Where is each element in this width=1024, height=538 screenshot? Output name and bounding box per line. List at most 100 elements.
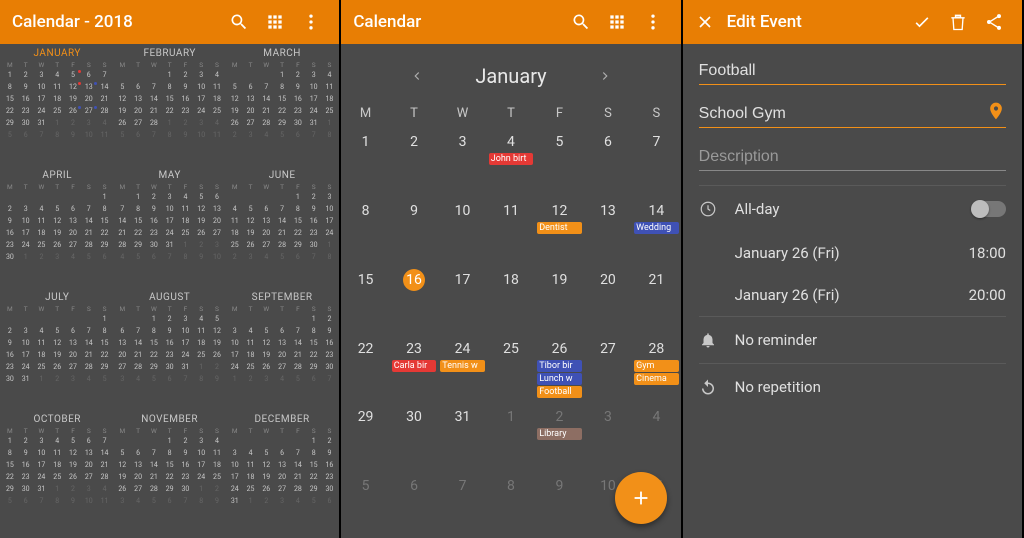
more-icon[interactable] (295, 6, 327, 38)
event-tag[interactable]: Cinema (634, 373, 678, 385)
delete-icon[interactable] (942, 6, 974, 38)
allday-toggle[interactable] (972, 201, 1006, 217)
mini-month[interactable]: FEBRUARYMTWTFSS1234567891011121314151617… (114, 48, 224, 168)
month-appbar-title: Calendar (353, 12, 560, 32)
mini-month[interactable]: SEPTEMBERMTWTFSS123456789101112131415161… (227, 292, 337, 412)
event-tag[interactable]: Carla bir (392, 360, 436, 372)
event-tag[interactable]: Lunch w (537, 373, 581, 385)
day-cell[interactable]: 6 (390, 469, 438, 538)
day-cell[interactable]: 30 (390, 400, 438, 469)
repetition-label: No repetition (735, 378, 1006, 396)
weekday-label: S (584, 106, 632, 121)
day-cell[interactable]: 12Dentist (535, 194, 583, 263)
start-time-row[interactable]: January 26 (Fri) 18:00 (699, 232, 1006, 274)
day-cell[interactable]: 1 (341, 125, 389, 194)
event-location-input[interactable] (699, 99, 1006, 128)
day-cell[interactable]: 4John birt (487, 125, 535, 194)
mini-month[interactable]: AUGUSTMTWTFSS123456789101112131415161718… (114, 292, 224, 412)
day-cell[interactable]: 27 (584, 332, 632, 401)
weekday-header-row: MTWTFSS (341, 102, 680, 125)
day-cell[interactable]: 10 (438, 194, 486, 263)
event-tag[interactable]: John birt (489, 153, 533, 165)
year-appbar: Calendar - 2018 (0, 0, 339, 44)
search-icon[interactable] (565, 6, 597, 38)
mini-month[interactable]: OCTOBERMTWTFSS12345678910111213141516171… (2, 414, 112, 534)
reminder-row[interactable]: No reminder (699, 316, 1006, 363)
more-icon[interactable] (637, 6, 669, 38)
event-description-input[interactable] (699, 142, 1006, 171)
event-tag[interactable]: Tennis w (440, 360, 484, 372)
day-cell[interactable]: 2 (390, 125, 438, 194)
day-cell[interactable]: 7 (632, 125, 680, 194)
day-cell[interactable]: 23Carla bir (390, 332, 438, 401)
end-date[interactable]: January 26 (Fri) (735, 286, 969, 304)
event-tag[interactable]: Gym (634, 360, 678, 372)
next-month-arrow[interactable] (587, 58, 623, 94)
day-cell[interactable]: 25 (487, 332, 535, 401)
mini-month-title: AUGUST (149, 292, 190, 303)
day-cell[interactable]: 21 (632, 263, 680, 332)
grid-view-icon[interactable] (601, 6, 633, 38)
event-tag[interactable]: Wedding (634, 222, 678, 234)
day-cell[interactable]: 5 (535, 125, 583, 194)
grid-view-icon[interactable] (259, 6, 291, 38)
event-tag[interactable]: Library (537, 428, 581, 440)
day-cell[interactable]: 8 (341, 194, 389, 263)
day-cell[interactable]: 7 (438, 469, 486, 538)
mini-month-title: FEBRUARY (143, 48, 195, 59)
weekday-label: F (535, 106, 583, 121)
day-cell[interactable]: 31 (438, 400, 486, 469)
day-cell[interactable]: 17 (438, 263, 486, 332)
event-tag[interactable]: Dentist (537, 222, 581, 234)
repetition-row[interactable]: No repetition (699, 363, 1006, 410)
day-cell[interactable]: 15 (341, 263, 389, 332)
day-cell[interactable]: 8 (487, 469, 535, 538)
day-cell[interactable]: 1 (487, 400, 535, 469)
day-cell[interactable]: 16 (390, 263, 438, 332)
close-icon[interactable] (689, 6, 721, 38)
day-cell[interactable]: 9 (535, 469, 583, 538)
day-cell[interactable]: 4 (632, 400, 680, 469)
weekday-label: M (341, 106, 389, 121)
day-cell[interactable]: 28GymCinema (632, 332, 680, 401)
start-date[interactable]: January 26 (Fri) (735, 244, 969, 262)
day-cell[interactable]: 24Tennis w (438, 332, 486, 401)
event-tag[interactable]: Football (537, 386, 581, 398)
mini-month[interactable]: DECEMBERMTWTFSS1234567891011121314151617… (227, 414, 337, 534)
share-icon[interactable] (978, 6, 1010, 38)
mini-month[interactable]: MARCHMTWTFSS1234567891011121314151617181… (227, 48, 337, 168)
day-cell[interactable]: 22 (341, 332, 389, 401)
day-cell[interactable]: 19 (535, 263, 583, 332)
day-cell[interactable]: 3 (584, 400, 632, 469)
mini-month[interactable]: NOVEMBERMTWTFSS1234567891011121314151617… (114, 414, 224, 534)
day-cell[interactable]: 29 (341, 400, 389, 469)
mini-month[interactable]: MAYMTWTFSS123456789101112131415161718192… (114, 170, 224, 290)
day-cell[interactable]: 11 (487, 194, 535, 263)
month-title[interactable]: January (475, 64, 546, 88)
day-cell[interactable]: 9 (390, 194, 438, 263)
day-cell[interactable]: 18 (487, 263, 535, 332)
event-title-input[interactable] (699, 56, 1006, 85)
location-pin-icon[interactable] (986, 101, 1006, 121)
day-cell[interactable]: 26Tibor birLunch wFootball (535, 332, 583, 401)
mini-month[interactable]: JANUARYMTWTFSS12345678910111213141516171… (2, 48, 112, 168)
day-cell[interactable]: 5 (341, 469, 389, 538)
event-tag[interactable]: Tibor bir (537, 360, 581, 372)
save-icon[interactable] (906, 6, 938, 38)
prev-month-arrow[interactable] (399, 58, 435, 94)
day-cell[interactable]: 14Wedding (632, 194, 680, 263)
mini-month[interactable]: APRILMTWTFSS1234567891011121314151617181… (2, 170, 112, 290)
mini-month[interactable]: JULYMTWTFSS12345678910111213141516171819… (2, 292, 112, 412)
day-cell[interactable]: 2Library (535, 400, 583, 469)
end-time[interactable]: 20:00 (969, 286, 1006, 304)
day-cell[interactable]: 20 (584, 263, 632, 332)
allday-label: All-day (735, 200, 972, 218)
start-time[interactable]: 18:00 (969, 244, 1006, 262)
search-icon[interactable] (223, 6, 255, 38)
end-time-row[interactable]: January 26 (Fri) 20:00 (699, 274, 1006, 316)
day-cell[interactable]: 6 (584, 125, 632, 194)
day-cell[interactable]: 3 (438, 125, 486, 194)
add-event-fab[interactable] (615, 472, 667, 524)
day-cell[interactable]: 13 (584, 194, 632, 263)
mini-month[interactable]: JUNEMTWTFSS12345678910111213141516171819… (227, 170, 337, 290)
